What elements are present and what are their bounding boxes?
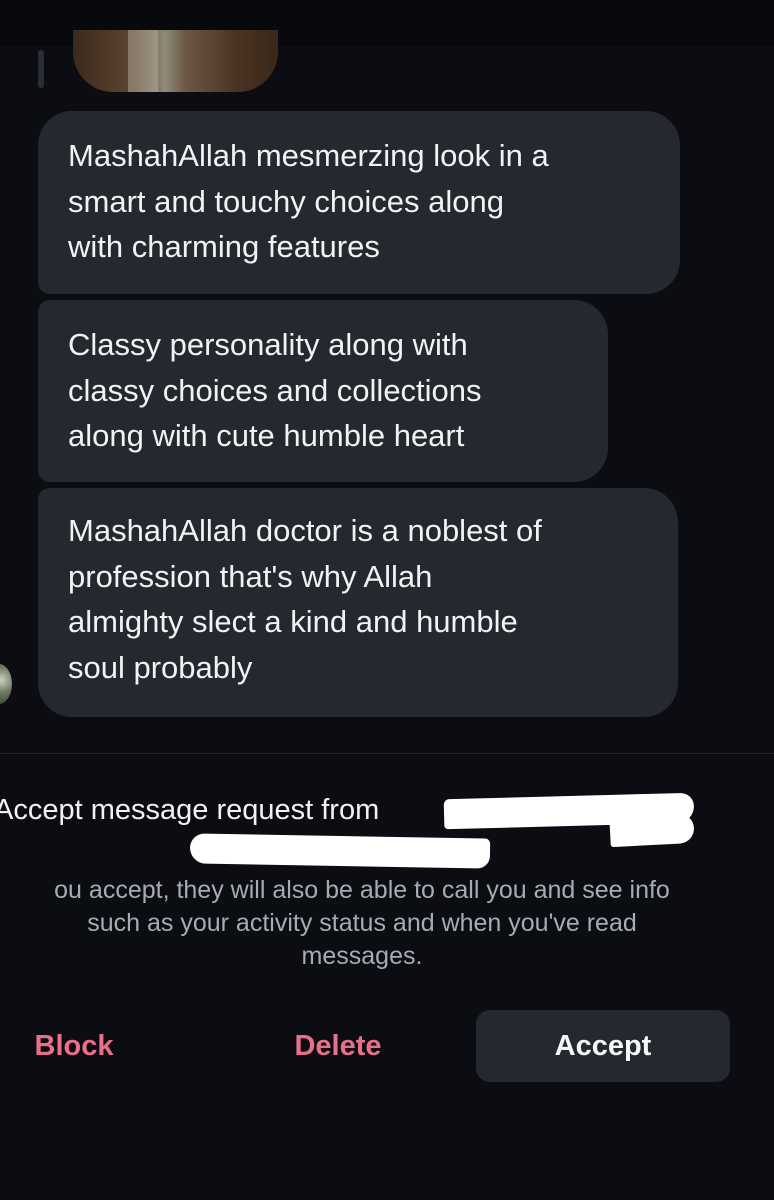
message-request-info: ou accept, they will also be able to cal… [0, 874, 732, 973]
message-text-line: along with cute humble heart [68, 418, 465, 453]
message-bubble[interactable]: Classy personality along with classy cho… [38, 300, 608, 482]
info-line: such as your activity status and when yo… [87, 909, 637, 937]
redaction-mark [189, 833, 491, 869]
reply-thread-line [38, 50, 44, 88]
message-text-line: classy choices and collections [68, 372, 482, 408]
info-line: messages. [301, 942, 423, 970]
message-text-line: with charming features [68, 229, 380, 264]
divider [0, 753, 774, 754]
delete-button[interactable]: Delete [270, 1010, 406, 1082]
info-line: ou accept, they will also be able to cal… [54, 876, 670, 904]
accept-button[interactable]: Accept [476, 1010, 730, 1082]
message-text-line: almighty slect a kind and humble [68, 604, 518, 639]
message-text-line: Classy personality along with [68, 327, 468, 362]
message-text-line: smart and touchy choices along [68, 183, 504, 219]
sender-avatar[interactable] [0, 664, 12, 704]
message-bubble[interactable]: MashahAllah mesmerzing look in a smart a… [38, 111, 680, 294]
redaction-mark [609, 812, 695, 848]
message-bubble[interactable]: MashahAllah doctor is a noblest of profe… [38, 488, 678, 717]
shared-photo-thumbnail[interactable] [73, 30, 278, 92]
message-text-line: profession that's why Allah [68, 558, 433, 594]
block-button[interactable]: Block [10, 1010, 138, 1082]
message-text-line: MashahAllah mesmerzing look in a [68, 138, 549, 173]
message-text-line: soul probably [68, 649, 253, 685]
message-text-line: MashahAllah doctor is a noblest of [68, 513, 542, 548]
